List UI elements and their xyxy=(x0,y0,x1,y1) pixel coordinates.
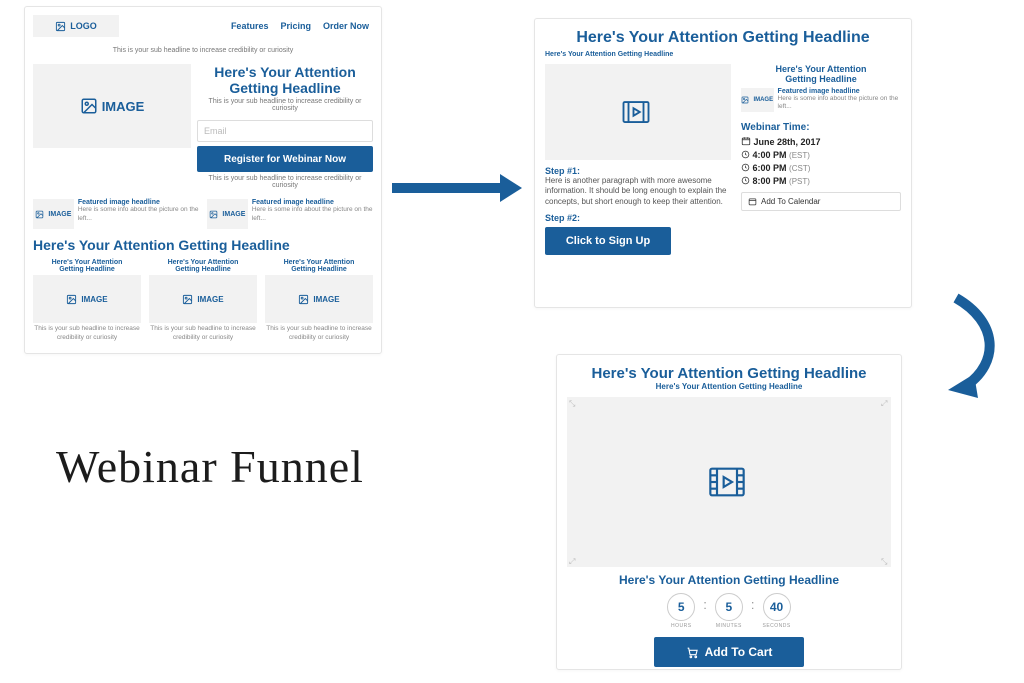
video-placeholder[interactable] xyxy=(545,64,731,160)
p2-right-hd: Here's Your AttentionGetting Headline xyxy=(741,64,901,84)
section-headline: Here's Your Attention Getting Headline xyxy=(33,237,373,253)
p3-mid-headline: Here's Your Attention Getting Headline xyxy=(567,573,891,587)
p2-feat-body: Here is some info about the picture on t… xyxy=(778,95,901,112)
p2-feat-title: Featured image headline xyxy=(778,88,901,95)
top-nav: Features Pricing Order Now xyxy=(219,21,369,31)
add-to-calendar[interactable]: Add To Calendar xyxy=(741,192,901,211)
col-hd-1: Here's Your AttentionGetting Headline xyxy=(33,259,141,273)
calendar-icon xyxy=(741,136,751,146)
feature-title-2: Featured image headline xyxy=(252,199,373,206)
col-sub-1: This is your sub headline to increase cr… xyxy=(33,325,141,342)
feature-body-1: Here is some info about the picture on t… xyxy=(78,206,199,223)
confirmation-page-mock: Here's Your Attention Getting Headline H… xyxy=(534,18,912,308)
countdown: 5HOURS : 5MINUTES : 40SECONDS xyxy=(567,593,891,629)
p2-subhead: Here's Your Attention Getting Headline xyxy=(545,51,901,58)
count-hours: 5 xyxy=(667,593,695,621)
feature-image-1: IMAGE xyxy=(33,199,74,229)
p2-feat-img: IMAGE xyxy=(741,88,774,112)
hero-sub: This is your sub headline to increase cr… xyxy=(197,98,373,112)
count-minutes: 5 xyxy=(715,593,743,621)
expand-icon: ⤡ xyxy=(881,557,889,565)
clock-icon xyxy=(741,163,750,172)
webinar-date: June 28th, 2017 xyxy=(741,136,901,147)
p2-headline: Here's Your Attention Getting Headline xyxy=(545,29,901,47)
webinar-time-label: Webinar Time: xyxy=(741,122,901,133)
step2-label: Step #2: xyxy=(545,213,731,223)
expand-icon: ⤡ xyxy=(569,399,577,407)
p3-video-placeholder[interactable]: ⤡ ⤢ ⤢ ⤡ xyxy=(567,397,891,567)
col-img-1: IMAGE xyxy=(33,275,141,323)
nav-features[interactable]: Features xyxy=(231,21,269,31)
feature-image-2: IMAGE xyxy=(207,199,248,229)
feature-body-2: Here is some info about the picture on t… xyxy=(252,206,373,223)
logo-placeholder: LOGO xyxy=(33,15,119,37)
col-img-3: IMAGE xyxy=(265,275,373,323)
flow-arrow-2 xyxy=(926,292,1010,402)
signup-button[interactable]: Click to Sign Up xyxy=(545,227,671,255)
add-to-cart-button[interactable]: Add To Cart xyxy=(654,637,804,667)
nav-order[interactable]: Order Now xyxy=(323,21,369,31)
time-row-3: 8:00 PM (PST) xyxy=(741,176,901,186)
col-sub-2: This is your sub headline to increase cr… xyxy=(149,325,257,342)
landing-page-mock: LOGO Features Pricing Order Now This is … xyxy=(24,6,382,354)
step1-body: Here is another paragraph with more awes… xyxy=(545,176,731,207)
diagram-label: Webinar Funnel xyxy=(56,440,364,493)
flow-arrow-1 xyxy=(392,170,522,206)
replay-sales-page-mock: Here's Your Attention Getting Headline H… xyxy=(556,354,902,670)
col-hd-2: Here's Your AttentionGetting Headline xyxy=(149,259,257,273)
calendar-icon xyxy=(748,197,757,206)
nav-pricing[interactable]: Pricing xyxy=(280,21,311,31)
time-row-2: 6:00 PM (CST) xyxy=(741,163,901,173)
time-row-1: 4:00 PM (EST) xyxy=(741,150,901,160)
expand-icon: ⤢ xyxy=(569,557,577,565)
clock-icon xyxy=(741,176,750,185)
register-button[interactable]: Register for Webinar Now xyxy=(197,146,373,172)
col-img-2: IMAGE xyxy=(149,275,257,323)
hero-image-placeholder: IMAGE xyxy=(33,64,191,148)
cart-icon xyxy=(686,646,699,659)
clock-icon xyxy=(741,150,750,159)
p3-sub: Here's Your Attention Getting Headline xyxy=(567,382,891,391)
step1-label: Step #1: xyxy=(545,166,731,176)
feature-title-1: Featured image headline xyxy=(78,199,199,206)
col-hd-3: Here's Your AttentionGetting Headline xyxy=(265,259,373,273)
under-btn-sub: This is your sub headline to increase cr… xyxy=(197,175,373,189)
col-sub-3: This is your sub headline to increase cr… xyxy=(265,325,373,342)
p3-headline: Here's Your Attention Getting Headline xyxy=(567,365,891,382)
expand-icon: ⤢ xyxy=(881,399,889,407)
count-seconds: 40 xyxy=(763,593,791,621)
email-input[interactable]: Email xyxy=(197,120,373,142)
hero-headline: Here's Your AttentionGetting Headline xyxy=(197,64,373,96)
subheadline: This is your sub headline to increase cr… xyxy=(33,47,373,54)
